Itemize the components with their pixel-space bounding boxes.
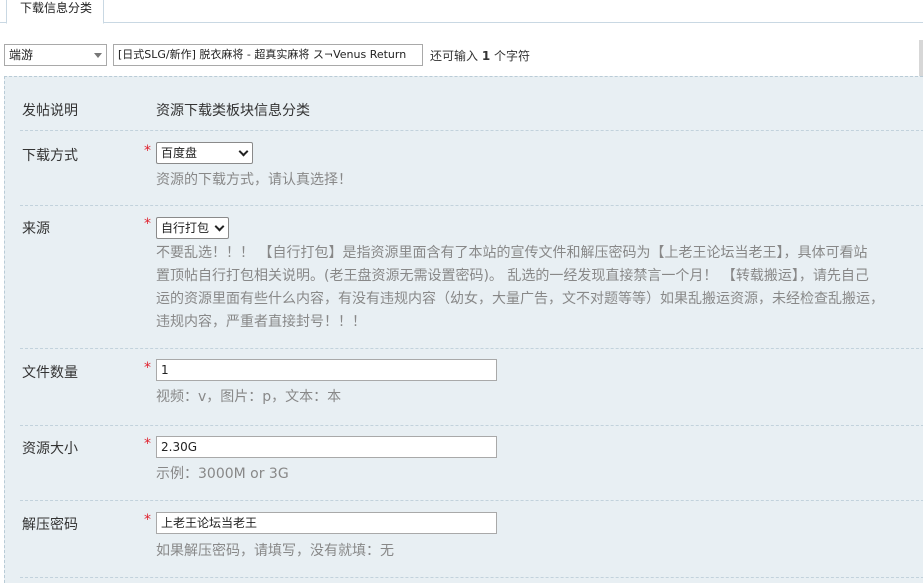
- row-download-method: 下载方式 * 百度盘 资源的下载方式，请认真选择！: [20, 131, 923, 206]
- remaining-count: 1: [481, 49, 491, 63]
- thread-type-value: 端游: [9, 48, 34, 62]
- remaining-prefix: 还可输入: [430, 49, 479, 63]
- source-value: 自行打包: [161, 221, 210, 235]
- file-count-input[interactable]: 1: [156, 359, 497, 381]
- required-mark: *: [144, 360, 151, 376]
- resource-size-input[interactable]: 2.30G: [156, 436, 497, 458]
- thread-type-select[interactable]: 端游: [4, 44, 107, 66]
- remaining-suffix: 个字符: [494, 49, 531, 63]
- chevron-down-icon: [214, 221, 225, 232]
- required-mark: *: [144, 216, 151, 232]
- password-input[interactable]: 上老王论坛当老王: [156, 512, 497, 534]
- file-count-label: 文件数量: [22, 365, 78, 381]
- source-hint-line-2: 置顶帖自行打包相关说明。(老王盘资源无需设置密码)。 乱选的一经发现直接禁言一个…: [156, 268, 869, 284]
- source-hint-line-3: 运的资源里面有些什么内容，有没有违规内容（幼女，大量广告，文不对题等等）如果乱搬…: [156, 291, 884, 307]
- download-method-value: 百度盘: [161, 146, 198, 160]
- tab-bar: 下载信息分类: [0, 0, 923, 24]
- chevron-down-icon: [238, 146, 249, 157]
- row-resource-size: 资源大小 * 2.30G 示例：3000M or 3G: [20, 426, 923, 501]
- title-row: 端游 [日式SLG/新作] 脱衣麻将 - 超真实麻将 ス¬Venus Retur…: [0, 42, 923, 68]
- download-method-select[interactable]: 百度盘: [156, 142, 253, 164]
- resource-size-label: 资源大小: [22, 441, 78, 457]
- password-label: 解压密码: [22, 517, 78, 533]
- download-method-hint: 资源的下载方式，请认真选择！: [156, 172, 352, 188]
- required-mark: *: [144, 436, 151, 452]
- row-password: 解压密码 * 上老王论坛当老王 如果解压密码，请填写，没有就填：无: [20, 501, 923, 578]
- description-text: 资源下载类板块信息分类: [156, 103, 310, 119]
- description-label: 发帖说明: [22, 103, 78, 119]
- thread-title-input[interactable]: [日式SLG/新作] 脱衣麻将 - 超真实麻将 ス¬Venus Return: [113, 44, 423, 66]
- download-method-label: 下载方式: [22, 148, 78, 164]
- remaining-chars: 还可输入 1 个字符: [430, 47, 530, 64]
- password-hint: 如果解压密码，请填写，没有就填：无: [156, 543, 394, 559]
- row-source: 来源 * 自行打包 不要乱选！！！ 【自行打包】是指资源里面含有了本站的宣传文件…: [20, 206, 923, 349]
- row-description: 发帖说明 资源下载类板块信息分类: [20, 77, 923, 131]
- info-form-panel: 发帖说明 资源下载类板块信息分类 下载方式 * 百度盘 资源的下载方式，请认真选…: [4, 76, 923, 583]
- required-mark: *: [144, 512, 151, 528]
- scrollbar[interactable]: [919, 40, 923, 80]
- row-file-count: 文件数量 * 1 视频：v，图片：p，文本：本: [20, 349, 923, 426]
- tab-download-info[interactable]: 下载信息分类: [6, 0, 104, 24]
- file-count-hint: 视频：v，图片：p，文本：本: [156, 389, 342, 405]
- caret-down-icon: [94, 53, 102, 58]
- resource-size-hint: 示例：3000M or 3G: [156, 466, 289, 482]
- source-label: 来源: [22, 221, 50, 237]
- source-hint-line-1: 不要乱选！！！ 【自行打包】是指资源里面含有了本站的宣传文件和解压密码为【上老王…: [156, 245, 868, 261]
- source-select[interactable]: 自行打包: [156, 217, 229, 239]
- source-hint-line-4: 违规内容，严重者直接封号！！！: [156, 314, 366, 330]
- required-mark: *: [144, 143, 151, 159]
